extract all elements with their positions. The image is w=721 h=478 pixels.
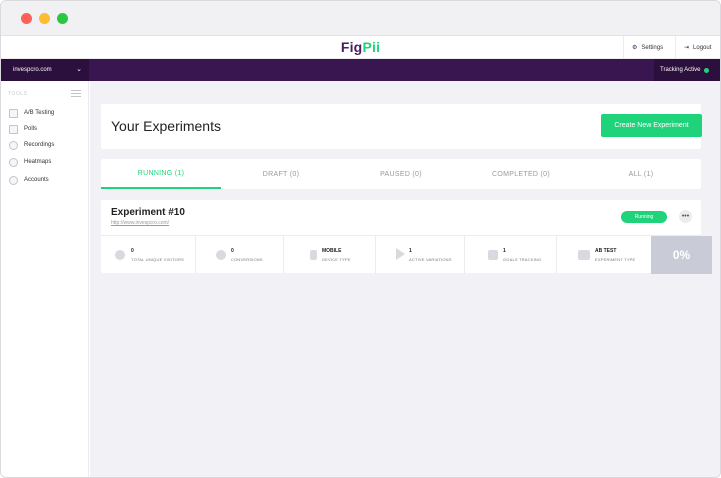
stat-value: AB TEST	[595, 248, 617, 254]
status-dot-icon	[704, 67, 710, 73]
settings-label: Settings	[641, 44, 664, 51]
account-name: invespcro.com	[13, 67, 52, 73]
play-icon	[396, 248, 405, 260]
stat-value: MOBILE	[322, 248, 342, 254]
stat-value: 1	[409, 248, 412, 254]
experiment-stats: 0 TOTAL UNIQUE VISITORS 0 CONVERSIONS MO…	[101, 235, 712, 274]
tracking-label: Tracking Active	[660, 67, 701, 73]
sidebar-item-ab-testing[interactable]: A/B Testing	[9, 107, 54, 119]
stat-goals: 1 GOALS TRACKING	[465, 236, 557, 274]
tab-all[interactable]: ALL (1)	[581, 159, 701, 189]
close-window-button[interactable]	[21, 13, 32, 24]
more-options-button[interactable]: •••	[679, 210, 692, 223]
sidebar-item-polls[interactable]: Polls	[9, 123, 37, 135]
maximize-window-button[interactable]	[57, 13, 68, 24]
main-content: Your Experiments Create New Experiment R…	[90, 81, 720, 477]
figpii-logo[interactable]: FigPii	[1, 39, 720, 55]
stat-value: 0	[131, 248, 134, 254]
account-selector[interactable]: invespcro.com ⌄	[1, 59, 89, 81]
stat-variations: 1 ACTIVE VARIATIONS	[376, 236, 465, 274]
tab-running[interactable]: RUNNING (1)	[101, 159, 221, 189]
stat-experiment-type: AB TEST EXPERIMENT TYPE	[557, 236, 651, 274]
window-chrome	[1, 1, 720, 36]
status-tabs: RUNNING (1) DRAFT (0) PAUSED (0) COMPLET…	[101, 159, 701, 189]
logout-button[interactable]: ⇥ Logout	[675, 36, 720, 59]
logout-label: Logout	[693, 44, 712, 51]
stat-value: 0	[231, 248, 234, 254]
sidebar-item-accounts[interactable]: Accounts	[9, 174, 49, 186]
chevron-down-icon: ⌄	[76, 66, 82, 73]
stat-visitors: 0 TOTAL UNIQUE VISITORS	[101, 236, 196, 274]
sidebar-item-label: A/B Testing	[24, 110, 55, 116]
stat-label: DEVICE TYPE	[322, 257, 351, 262]
experiment-url-link[interactable]: http://www.invespcro.com/	[111, 220, 169, 226]
sidebar-item-label: Polls	[24, 126, 38, 132]
stat-device-type: MOBILE DEVICE TYPE	[284, 236, 376, 274]
ab-testing-icon	[9, 108, 18, 118]
stat-label: TOTAL UNIQUE VISITORS	[131, 257, 184, 262]
stat-value: 1	[503, 248, 506, 254]
app-header: FigPii ⚙ Settings ⇥ Logout	[1, 36, 720, 59]
sidebar-item-heatmaps[interactable]: Heatmaps	[9, 156, 51, 168]
flag-icon	[488, 250, 498, 260]
mobile-icon	[310, 250, 317, 260]
status-badge: Running	[621, 211, 667, 223]
stat-label: ACTIVE VARIATIONS	[409, 257, 452, 262]
settings-button[interactable]: ⚙ Settings	[623, 36, 675, 59]
sidebar: TOOLS A/B Testing Polls Recordings Heatm…	[1, 81, 89, 477]
experiment-card: Experiment #10 http://www.invespcro.com/…	[101, 200, 712, 274]
stat-conversions: 0 CONVERSIONS	[196, 236, 284, 274]
heatmaps-icon	[9, 157, 18, 167]
experiment-type-icon	[578, 250, 590, 260]
tab-draft[interactable]: DRAFT (0)	[221, 159, 341, 189]
create-experiment-button[interactable]: Create New Experiment	[601, 114, 702, 137]
stat-label: CONVERSIONS	[231, 257, 263, 262]
sidebar-section-label: TOOLS	[8, 91, 28, 97]
page-title: Your Experiments	[111, 118, 221, 134]
experiment-title[interactable]: Experiment #10	[111, 207, 185, 218]
visitors-icon	[115, 250, 125, 260]
stat-label: GOALS TRACKING	[503, 257, 542, 262]
page-header-card: Your Experiments Create New Experiment	[101, 104, 702, 149]
polls-icon	[9, 124, 18, 134]
tab-completed[interactable]: COMPLETED (0)	[461, 159, 581, 189]
refresh-icon	[216, 250, 226, 260]
sidebar-item-label: Heatmaps	[24, 159, 52, 165]
sidebar-item-label: Recordings	[24, 142, 55, 148]
tab-paused[interactable]: PAUSED (0)	[341, 159, 461, 189]
sidebar-item-label: Accounts	[24, 177, 49, 183]
recordings-icon	[9, 140, 18, 150]
conversion-rate: 0%	[651, 236, 712, 274]
sidebar-item-recordings[interactable]: Recordings	[9, 139, 54, 151]
account-bar: invespcro.com ⌄ Tracking Active	[1, 59, 720, 81]
logout-icon: ⇥	[684, 45, 690, 51]
gear-icon: ⚙	[632, 45, 638, 51]
accounts-icon	[9, 175, 18, 185]
stat-label: EXPERIMENT TYPE	[595, 257, 636, 262]
menu-toggle-icon[interactable]	[71, 90, 81, 97]
minimize-window-button[interactable]	[39, 13, 50, 24]
tracking-status: Tracking Active	[654, 59, 720, 81]
browser-window: FigPii ⚙ Settings ⇥ Logout invespcro.com…	[0, 0, 721, 478]
